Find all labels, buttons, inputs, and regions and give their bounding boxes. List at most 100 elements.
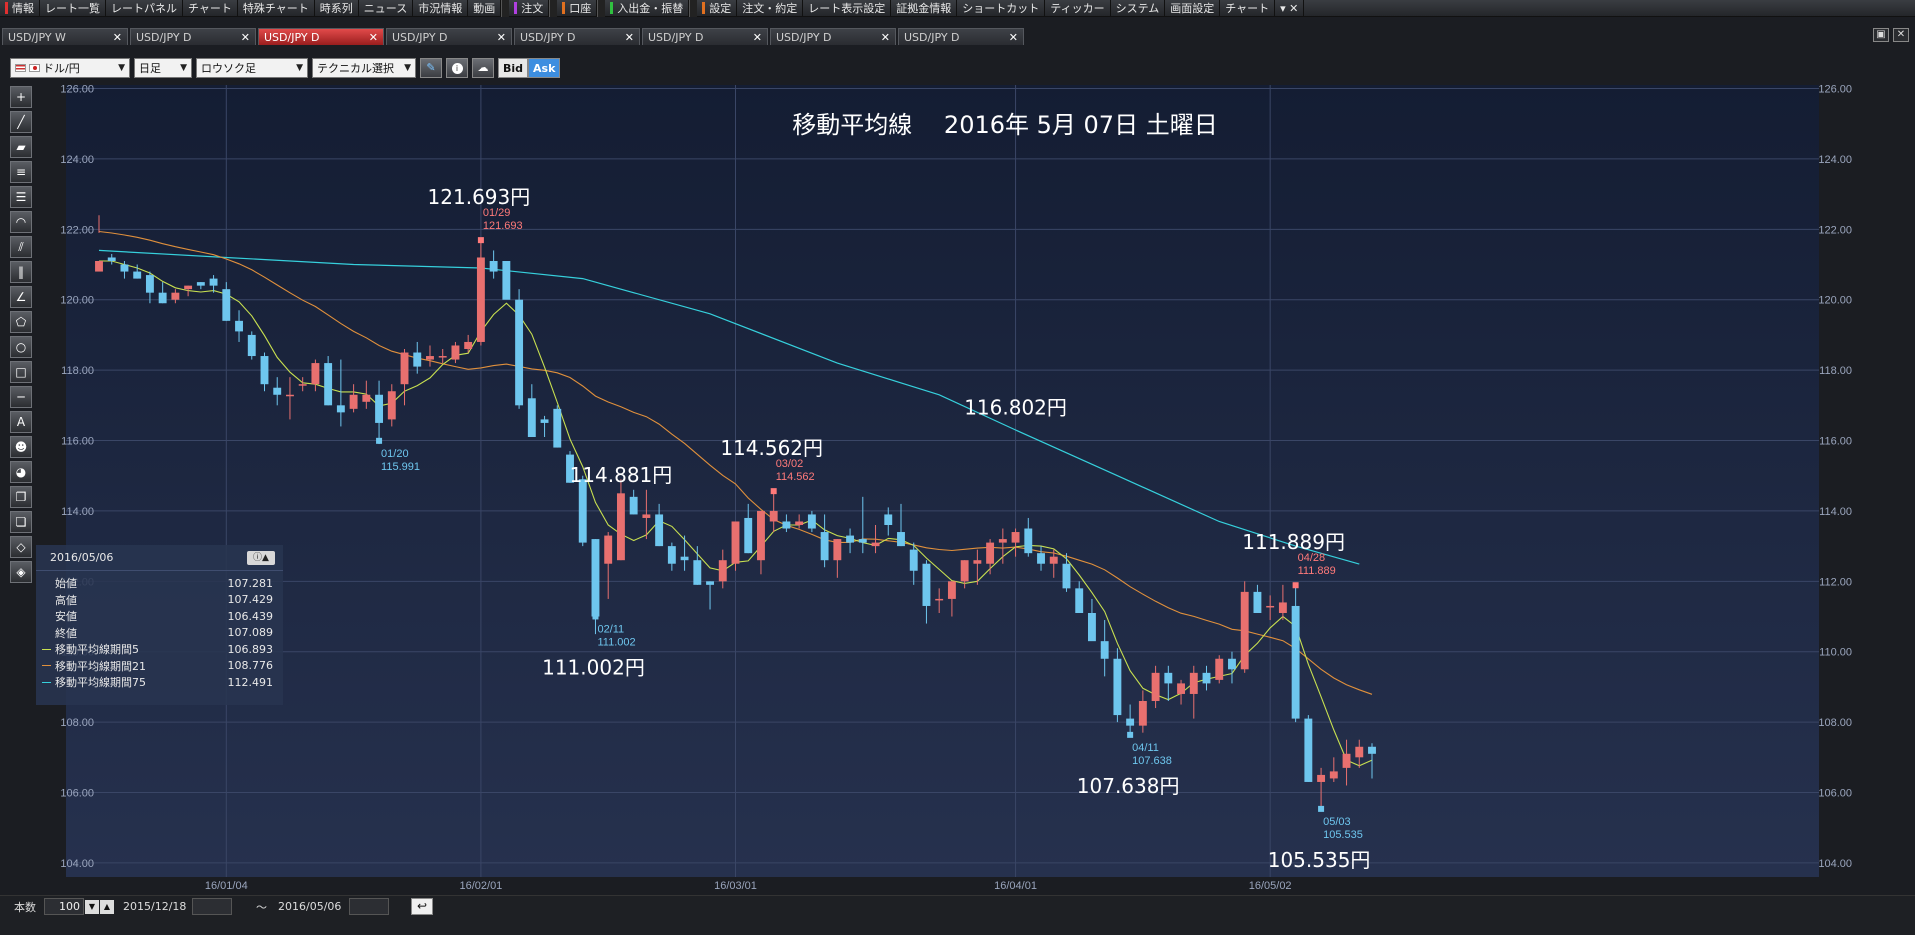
count-down-icon[interactable]: ▼ [85, 899, 99, 914]
menu-item[interactable]: レートパネル [106, 0, 183, 17]
timeframe-select[interactable]: 日足 ▼ [134, 58, 192, 78]
menu-item[interactable]: 動画 [468, 0, 502, 17]
info-row-value: 107.089 [227, 626, 274, 640]
chart-tab-bar: USD/JPY W ✕ USD/JPY D ✕ USD/JPY D ✕ USD/JPY D ✕… [0, 26, 1915, 45]
menu-item[interactable]: システム [1111, 0, 1166, 17]
eraser-all-tool[interactable]: ◈ [10, 561, 32, 583]
menu-item[interactable]: ニュース [359, 0, 414, 17]
tab-close-icon[interactable]: ✕ [753, 31, 762, 44]
menu-item[interactable]: ショートカット [957, 0, 1046, 17]
to-time-input[interactable] [349, 898, 390, 915]
chart-tab[interactable]: USD/JPY D ✕ [770, 28, 896, 45]
restore-window-icon[interactable]: ▣ [1873, 28, 1889, 42]
fan-tool[interactable]: ⫽ [10, 236, 32, 258]
text-tool[interactable]: A [10, 411, 32, 433]
ruler-tool[interactable]: ▰ [10, 136, 32, 158]
copy-tool[interactable]: ❐ [10, 486, 32, 508]
rectangle-tool[interactable]: □ [10, 361, 32, 383]
candle-body [1138, 701, 1147, 726]
arc-tool[interactable]: ◠ [10, 211, 32, 233]
horizontal-line-tool[interactable]: ─ [10, 386, 32, 408]
candle-body [1151, 672, 1160, 701]
info-row-label-wrap: 移動平均線期間21 [42, 658, 146, 674]
chart-tab-label: USD/JPY D [904, 30, 960, 44]
channel-tool[interactable]: ≡ [10, 161, 32, 183]
eraser-tool[interactable]: ◇ [10, 536, 32, 558]
menu-item[interactable]: レート表示設定 [803, 0, 892, 17]
draw-pen-button[interactable]: ✎ [420, 58, 442, 78]
menu-item[interactable]: 設定 [697, 0, 738, 17]
menu-separator [597, 0, 606, 17]
info-row-label: 移動平均線期間5 [55, 643, 139, 657]
tab-close-icon[interactable]: ✕ [113, 31, 122, 44]
tab-close-icon[interactable]: ✕ [1009, 31, 1018, 44]
horizontal-line-icon: ─ [17, 390, 25, 404]
from-time-input[interactable] [192, 898, 233, 915]
technical-select[interactable]: テクニカル選択 ▼ [312, 58, 416, 78]
pin-tool[interactable]: ◕ [10, 461, 32, 483]
menu-item[interactable]: 情報 [0, 0, 40, 17]
menu-item[interactable]: チャート [1220, 0, 1276, 17]
tab-close-icon[interactable]: ✕ [497, 31, 506, 44]
chart-tab[interactable]: USD/JPY D ✕ [642, 28, 768, 45]
bid-ask-toggle[interactable]: Bid Ask [498, 58, 561, 78]
circle-tool[interactable]: ○ [10, 336, 32, 358]
stamp-tool[interactable]: ☻ [10, 436, 32, 458]
menu-item[interactable]: 時系列 [315, 0, 359, 17]
menu-item[interactable]: 特殊チャート [238, 0, 315, 17]
menu-item[interactable]: 市況情報 [413, 0, 469, 17]
info-collapse-icon[interactable]: ⓘ▲ [247, 550, 275, 565]
chart-tab[interactable]: USD/JPY D ✕ [258, 28, 384, 45]
tab-close-icon[interactable]: ✕ [881, 31, 890, 44]
chart-tab[interactable]: USD/JPY D ✕ [386, 28, 512, 45]
tab-close-icon[interactable]: ✕ [369, 31, 378, 44]
ask-button[interactable]: Ask [528, 58, 561, 78]
menu-item[interactable]: ティッカー [1045, 0, 1111, 17]
menu-item-label: チャート [188, 1, 232, 15]
candle-body [1189, 672, 1198, 694]
menu-item[interactable]: 注文・約定 [737, 0, 804, 17]
bid-button[interactable]: Bid [498, 58, 529, 78]
menu-item[interactable]: 証拠金情報 [891, 0, 958, 17]
gann-tool[interactable]: ∠ [10, 286, 32, 308]
count-up-icon[interactable]: ▲ [100, 899, 114, 914]
chart-tab[interactable]: USD/JPY D ✕ [514, 28, 640, 45]
candle-body [311, 363, 320, 385]
currency-pair-select[interactable]: ドル/円 ▼ [10, 58, 130, 78]
chart-area[interactable]: 104.00 104.00 106.00 106.00 108.00 108.00 110.… [36, 85, 1894, 895]
chart-tab[interactable]: USD/JPY D ✕ [898, 28, 1024, 45]
menu-item[interactable]: レート一覧 [40, 0, 106, 17]
info-button[interactable]: i [446, 58, 468, 78]
fibonacci-tool[interactable]: ☰ [10, 186, 32, 208]
paste-tool[interactable]: ❏ [10, 511, 32, 533]
menu-item-label: 特殊チャート [242, 1, 309, 15]
menu-item[interactable]: 画面設定 [1165, 0, 1221, 17]
tab-close-icon[interactable]: ✕ [241, 31, 250, 44]
count-input[interactable]: 100 [44, 898, 84, 915]
menu-item[interactable]: チャート [183, 0, 238, 17]
apply-control: ↩ [411, 898, 433, 915]
chart-tab[interactable]: USD/JPY W ✕ [2, 28, 128, 45]
apply-button[interactable]: ↩ [411, 898, 433, 915]
close-icon[interactable]: ▾ ✕ [1275, 0, 1305, 17]
us-flag-icon [15, 64, 26, 72]
vertical-lines-tool[interactable]: ‖ [10, 261, 32, 283]
y-tick-label-right: 118.00 [1819, 365, 1852, 377]
close-window-icon[interactable]: ✕ [1893, 28, 1909, 42]
menu-item[interactable]: 注文 [509, 0, 550, 17]
y-tick-label-right: 124.00 [1818, 154, 1852, 166]
y-tick-label-right: 116.00 [1819, 436, 1852, 448]
chart-style-select[interactable]: ロウソク足 ▼ [196, 58, 308, 78]
from-date-text[interactable]: 2015/12/18 [123, 900, 186, 913]
polygon-tool[interactable]: ⬠ [10, 311, 32, 333]
chart-tab[interactable]: USD/JPY D ✕ [130, 28, 256, 45]
crosshair-tool[interactable]: + [10, 86, 32, 108]
to-date-text[interactable]: 2016/05/06 [278, 900, 341, 913]
candlestick-chart[interactable]: 104.00 104.00 106.00 106.00 108.00 108.00 110.… [36, 85, 1894, 895]
trendline-tool[interactable]: ╱ [10, 111, 32, 133]
cloud-button[interactable]: ☁ [472, 58, 494, 78]
menu-item-label: 情報 [12, 1, 34, 15]
tab-close-icon[interactable]: ✕ [625, 31, 634, 44]
menu-item[interactable]: 口座 [557, 0, 598, 17]
menu-item[interactable]: 入出金・振替 [605, 0, 690, 17]
